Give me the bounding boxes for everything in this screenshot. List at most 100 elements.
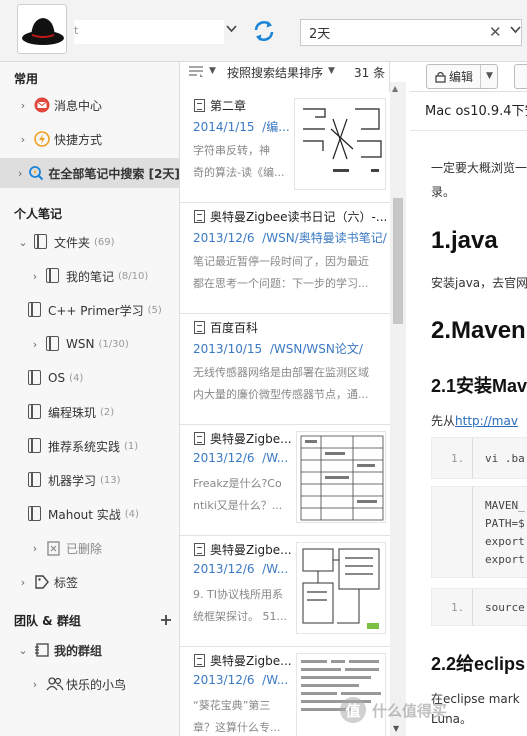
toolbar-share-button[interactable] [514, 64, 527, 89]
note-snippet: 9. TI协议栈所用系 统框架探讨。 51... [193, 588, 287, 623]
chevron-right-icon: › [20, 132, 26, 146]
group-folder-icon [34, 642, 50, 658]
search-options-chevron-icon[interactable] [510, 26, 521, 34]
document-title[interactable]: Mac os10.9.4下安装 [425, 100, 527, 119]
document-icon [194, 99, 205, 112]
maven-link[interactable]: http://mav [455, 414, 518, 428]
note-date-path: 2013/12/6 /W... [193, 562, 289, 576]
code-block-2: MAVEN_ PATH=$ export export [431, 486, 527, 578]
mail-icon [34, 97, 50, 113]
sidebar-item-tags[interactable]: › 标签 [0, 567, 179, 597]
note-count: 31 条 [354, 66, 386, 80]
list-item[interactable]: 奥特曼Zigbee读书日记（六）-... 2013/12/6 /WSN/奥特曼读… [180, 203, 390, 314]
note-date-path: 2013/12/6 /WSN/奥特曼读书笔记/ [193, 231, 387, 245]
add-group-icon[interactable] [160, 614, 172, 626]
note-list-scrollbar[interactable] [390, 82, 406, 736]
chevron-right-icon: › [32, 337, 38, 351]
sort-label[interactable]: 按照搜索结果排序 [227, 64, 323, 81]
note-date-path: 2013/10/15 /WSN/WSN论文/ [193, 342, 363, 356]
java-paragraph: 安装java，去官网 [431, 276, 527, 290]
section-personal-notes: 个人笔记 [14, 207, 63, 221]
document-icon [194, 321, 205, 334]
chevron-down-icon[interactable]: ▼ [209, 66, 216, 76]
editor-panel: 编辑 ▼ Mac os10.9.4下安装 一定要大概浏览一 录。 1.java … [410, 62, 527, 736]
chevron-right-icon: › [20, 575, 26, 589]
list-item[interactable]: 奥特曼Zigbe... 2013/12/6 /W... 9. TI协议栈所用系统… [180, 536, 390, 647]
intro-paragraph-line-2: 录。 [431, 185, 456, 199]
sidebar: 常用 › 消息中心 › 快捷方式 › 在全部笔记中搜索 [2天] 个人笔记 ⌄ … [0, 62, 180, 736]
notebook-icon [28, 370, 44, 386]
sidebar-item-happy-bird[interactable]: › 快乐的小鸟 [0, 669, 179, 699]
sidebar-item-cpp-primer[interactable]: C++ Primer学习 (5) [0, 295, 179, 325]
notebook-icon [46, 336, 62, 352]
note-date-path: 2013/12/6 /W... [193, 451, 289, 465]
note-snippet: “葵花宝典”第三 章？这算什么专... [193, 699, 281, 734]
chevron-right-icon: › [18, 166, 23, 180]
sidebar-item-message-center[interactable]: › 消息中心 [0, 90, 179, 120]
chevron-right-icon: › [32, 269, 38, 283]
search-box: ✕ [300, 19, 522, 46]
sidebar-item-deleted[interactable]: › 已删除 [0, 533, 179, 563]
sidebar-item-machine-learning[interactable]: 机器学习 (13) [0, 465, 179, 495]
notebook-icon [28, 438, 44, 454]
note-thumbnail [294, 98, 386, 190]
chevron-down-icon[interactable] [226, 25, 237, 33]
heading-eclipse: 2.2给eclips [431, 654, 526, 674]
watermark: 值 什么值得买 [340, 690, 527, 730]
scroll-up-arrow-icon[interactable]: ▲ [392, 84, 398, 93]
sidebar-item-folders[interactable]: ⌄ 文件夹 (69) [0, 227, 179, 257]
code-block-1: 1. vi .ba [431, 437, 527, 479]
sidebar-item-mahout[interactable]: Mahout 实战 (4) [0, 499, 179, 529]
chevron-down-icon[interactable]: ▼ [486, 71, 493, 81]
clear-search-icon[interactable]: ✕ [489, 23, 502, 41]
heading-install-maven: 2.1安装Mav [431, 376, 527, 396]
chevron-down-icon: ⌄ [18, 643, 28, 657]
sidebar-item-programming-pearls[interactable]: 编程珠玑 (2) [0, 397, 179, 427]
avatar[interactable] [17, 4, 67, 54]
section-common: 常用 [14, 72, 39, 86]
document-icon [194, 210, 205, 223]
sidebar-item-recommender[interactable]: 推荐系统实践 (1) [0, 431, 179, 461]
list-item[interactable]: 第二章 2014/1/15 /编... 字符串反转，神 奇的算法-读《编... [180, 92, 390, 203]
search-input[interactable] [301, 20, 471, 45]
notebook-icon [28, 472, 44, 488]
document-icon [194, 543, 205, 556]
note-date-path: 2014/1/15 /编... [193, 120, 290, 134]
note-snippet: 无线传感器网络是由部署在监测区域 内大量的廉价微型传感器节点，通... [193, 366, 369, 401]
sidebar-item-my-notes[interactable]: › 我的笔记 (8/10) [0, 261, 179, 291]
section-team-groups: 团队 & 群组 [14, 614, 81, 628]
document-icon [194, 432, 205, 445]
document-icon [194, 654, 205, 667]
sync-icon[interactable] [251, 18, 277, 44]
note-thumbnail [296, 542, 386, 634]
sidebar-item-search-all[interactable]: › 在全部笔记中搜索 [2天] [0, 158, 180, 188]
tag-icon [34, 574, 50, 590]
chevron-down-icon[interactable]: ▼ [328, 66, 335, 76]
sidebar-item-shortcuts[interactable]: › 快捷方式 [0, 124, 179, 154]
editor-toolbar: 编辑 ▼ [410, 62, 527, 92]
code-block-3: 1. source [431, 588, 527, 626]
download-paragraph: 先从http://mav [431, 414, 518, 428]
list-item[interactable]: 百度百科 2013/10/15 /WSN/WSN论文/ 无线传感器网络是由部署在… [180, 314, 390, 425]
lightning-icon [34, 131, 50, 147]
chevron-right-icon: › [32, 541, 38, 555]
note-list-header: ▼ 按照搜索结果排序 ▼ 31 条 [180, 62, 389, 82]
notebook-icon [46, 268, 62, 284]
sidebar-item-wsn[interactable]: › WSN (1/30) [0, 329, 179, 359]
note-snippet: 字符串反转，神 奇的算法-读《编... [193, 144, 285, 179]
chevron-right-icon: › [32, 677, 38, 691]
sidebar-item-os[interactable]: OS (4) [0, 363, 179, 393]
notebook-stack-icon [34, 234, 50, 250]
sidebar-item-my-groups[interactable]: ⌄ 我的群组 [0, 635, 179, 665]
list-view-icon[interactable] [187, 65, 205, 79]
edit-button[interactable]: 编辑 ▼ [426, 64, 498, 89]
trash-icon [46, 540, 62, 556]
scroll-thumb[interactable] [393, 198, 403, 324]
note-snippet: 笔记最近暂停一段时间了，因为最近 都在思考一个问题：下一步的学习... [193, 255, 369, 290]
title-divider [410, 130, 527, 131]
top-bar: t ✕ [0, 0, 527, 62]
list-item[interactable]: 奥特曼Zigbe... 2013/12/6 /W... Freakz是什么?Co… [180, 425, 390, 536]
hat-avatar-icon [22, 18, 64, 45]
intro-paragraph-line-1: 一定要大概浏览一 [431, 161, 527, 175]
users-icon [46, 676, 64, 692]
